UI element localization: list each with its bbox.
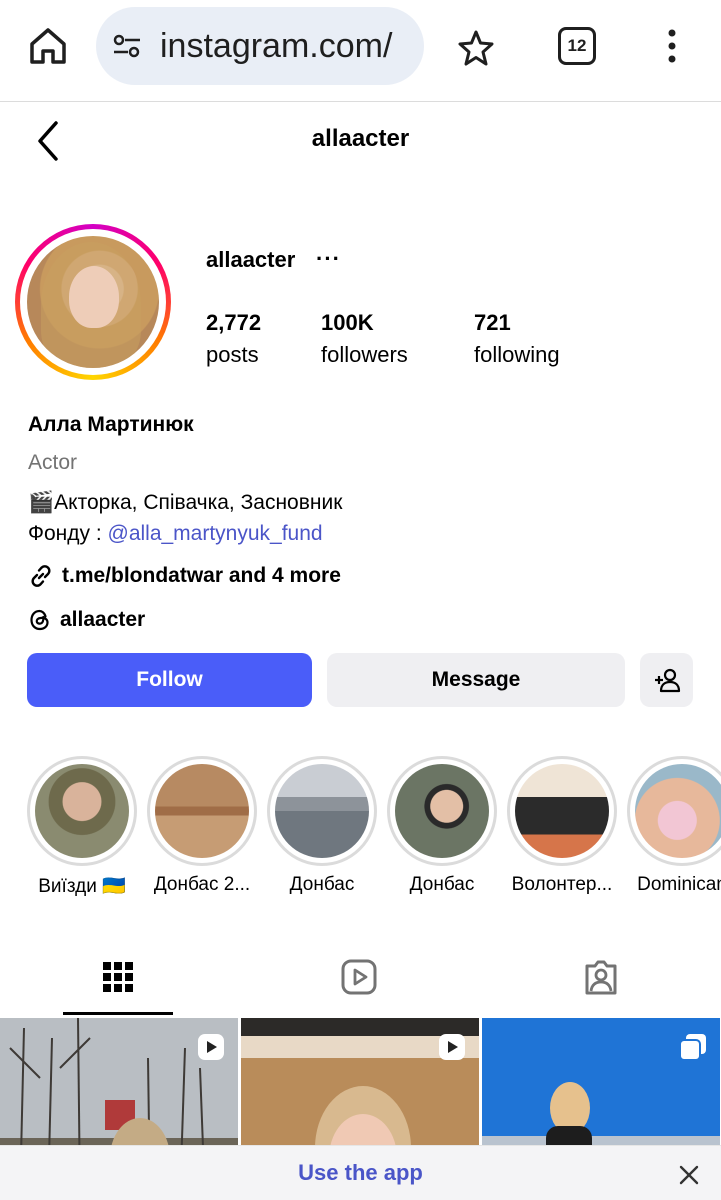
avatar[interactable] (15, 224, 171, 380)
tagged-icon (585, 960, 617, 995)
tab-active-indicator (63, 1012, 173, 1015)
add-user-icon (655, 668, 681, 693)
highlight-label: Донбас 2... (153, 874, 251, 895)
highlight-ring (27, 756, 137, 866)
profile-tabs (0, 940, 721, 1016)
highlight-ring (507, 756, 617, 866)
browser-toolbar: instagram.com/ 12 (0, 0, 721, 102)
suggested-users-button[interactable] (640, 653, 693, 707)
highlight-item[interactable]: Донбас 2... (147, 756, 257, 896)
more-vert-icon[interactable] (660, 26, 684, 66)
highlight-label: Донбас (409, 874, 475, 895)
highlight-label: Dominican (637, 874, 721, 895)
video-badge-icon (439, 1034, 465, 1060)
reels-icon (341, 959, 377, 995)
highlight-label: Волонтер... (511, 874, 613, 895)
threads-link-row[interactable]: allaacter (28, 606, 145, 634)
bio-line-1: 🎬Акторка, Співачка, Засновник (28, 491, 343, 514)
highlight-cover (275, 764, 369, 858)
highlight-item[interactable]: Виїзди 🇺🇦 (27, 756, 137, 898)
page-title: allaacter (311, 125, 410, 152)
stat-followers[interactable]: 100K followers (321, 310, 408, 368)
bio-line-2-prefix: Фонду : (28, 522, 108, 545)
stat-followers-count: 100K (321, 310, 374, 335)
video-badge-icon (198, 1034, 224, 1060)
tab-posts[interactable] (0, 940, 240, 1016)
stat-following[interactable]: 721 following (474, 310, 560, 368)
avatar-photo (27, 236, 159, 368)
address-bar[interactable]: instagram.com/ (96, 7, 424, 85)
highlight-ring (267, 756, 377, 866)
profile-bio: 🎬Акторка, Співачка, Засновник Фонду : @a… (28, 487, 628, 549)
highlight-label: Донбас (289, 874, 355, 895)
tabs-icon[interactable]: 12 (558, 27, 596, 65)
carousel-badge-icon (679, 1034, 706, 1061)
avatar-face (69, 266, 119, 328)
profile-username: allaacter (206, 247, 296, 272)
highlight-ring (147, 756, 257, 866)
stat-following-count: 721 (474, 310, 511, 335)
external-link-text[interactable]: t.me/blondatwar and 4 more (62, 564, 341, 588)
more-options-icon[interactable]: ··· (316, 246, 341, 272)
close-icon[interactable] (678, 1164, 700, 1186)
highlight-item[interactable]: Донбас (387, 756, 497, 896)
highlight-cover (35, 764, 129, 858)
stat-posts-label: posts (206, 342, 259, 367)
bio-mention-link[interactable]: @alla_martynyuk_fund (108, 522, 323, 545)
tab-tagged[interactable] (481, 940, 721, 1016)
highlight-ring (387, 756, 497, 866)
stat-posts-count: 2,772 (206, 310, 262, 335)
highlight-item[interactable]: Донбас (267, 756, 377, 896)
highlight-item[interactable]: Волонтер... (507, 756, 617, 896)
threads-handle[interactable]: allaacter (60, 608, 145, 632)
home-icon[interactable] (26, 24, 70, 68)
follow-button[interactable]: Follow (27, 653, 312, 707)
link-icon (31, 565, 51, 587)
highlight-cover (515, 764, 609, 858)
highlight-cover (635, 764, 721, 858)
highlight-cover (155, 764, 249, 858)
use-app-banner: Use the app (0, 1145, 721, 1200)
profile-full-name: Алла Мартинюк (28, 413, 194, 436)
star-icon[interactable] (456, 28, 496, 68)
stat-followers-label: followers (321, 342, 408, 367)
stat-following-label: following (474, 342, 560, 367)
message-button[interactable]: Message (327, 653, 625, 707)
highlight-ring (627, 756, 721, 866)
external-link-row[interactable]: t.me/blondatwar and 4 more (28, 562, 341, 590)
highlight-item[interactable]: Dominican (627, 756, 721, 896)
profile-category: Actor (28, 451, 78, 474)
site-settings-icon[interactable] (112, 33, 142, 59)
highlight-label: Виїзди 🇺🇦 (38, 876, 126, 897)
use-app-link[interactable]: Use the app (0, 1160, 721, 1186)
stat-posts[interactable]: 2,772 posts (206, 310, 261, 368)
grid-icon (103, 962, 133, 992)
url-text[interactable]: instagram.com/ (160, 27, 410, 66)
profile-header: allaacter (0, 103, 721, 175)
highlight-cover (395, 764, 489, 858)
threads-icon (30, 609, 49, 631)
tab-reels[interactable] (240, 940, 480, 1016)
